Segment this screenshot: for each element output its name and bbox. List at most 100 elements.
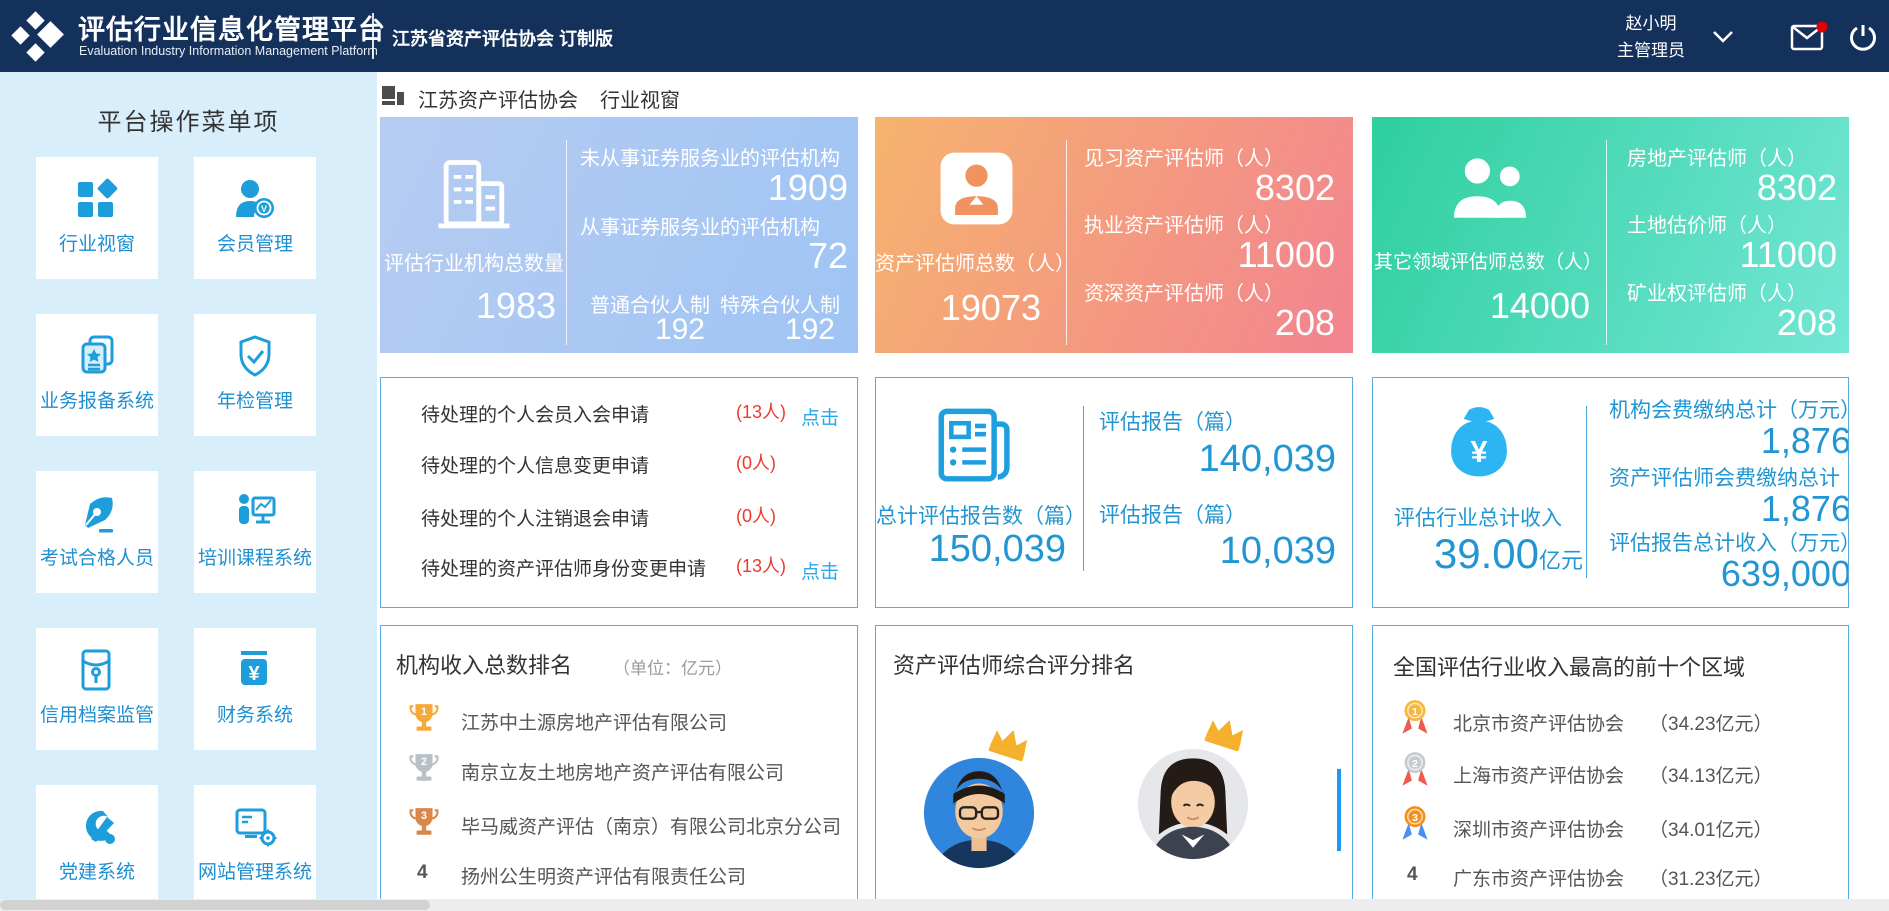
sidebar-item-industry-window[interactable]: 行业视窗: [36, 157, 158, 279]
exam-qualified-icon: [73, 489, 121, 537]
avatar-appraiser-2: [1136, 747, 1250, 866]
stat3-detail1-value: 11000: [1637, 234, 1837, 276]
org-ranking-row-name: 南京立友土地房地产资产评估有限公司: [461, 758, 784, 785]
pending-row-click-link[interactable]: 点击: [801, 403, 839, 430]
navbar-org-edition: 江苏省资产评估协会 订制版: [392, 25, 613, 51]
org-ranking-unit: （单位：亿元）: [613, 654, 732, 679]
sidebar-heading: 平台操作菜单项: [0, 102, 377, 137]
svg-text:2: 2: [1412, 758, 1418, 770]
org-ranking-row-name: 毕马威资产评估（南京）有限公司北京分公司: [461, 812, 841, 839]
credit-archive-icon: [73, 646, 121, 694]
mail-icon[interactable]: [1790, 22, 1828, 57]
sidebar-item-exam-qualified[interactable]: 考试合格人员: [36, 471, 158, 593]
sidebar-item-finance-system[interactable]: ¥ 财务系统: [194, 628, 316, 750]
svg-text:¥: ¥: [1470, 435, 1487, 469]
svg-text:1: 1: [421, 706, 427, 718]
stat-card-appraisers: 资产评估师总数（人） 19073 见习资产评估师（人） 8302 执业资产评估师…: [875, 117, 1353, 353]
people-icon: [1445, 153, 1535, 230]
region-ranking-title: 全国评估行业收入最高的前十个区域: [1393, 650, 1745, 682]
stat2-detail1-value: 11000: [1135, 234, 1335, 276]
svg-text:3: 3: [421, 810, 427, 822]
industry-window-icon: [73, 175, 121, 223]
platform-title: 评估行业信息化管理平台: [78, 8, 386, 47]
navbar-divider: [372, 13, 374, 59]
stat2-detail0-value: 8302: [1135, 167, 1335, 209]
user-menu[interactable]: 赵小明 主管理员: [1596, 10, 1706, 64]
newspaper-icon: [934, 404, 1016, 493]
reports-divider: [1083, 406, 1084, 571]
trophy-silver-icon: 2: [409, 752, 439, 789]
money-bag-icon: ¥: [1443, 406, 1515, 487]
org-ranking-title: 机构收入总数排名: [396, 648, 572, 680]
member-management-icon: V: [231, 175, 279, 223]
dashboard-grid-icon: [382, 84, 404, 111]
sidebar-item-training-course[interactable]: 培训课程系统: [194, 471, 316, 593]
sidebar-item-member-management[interactable]: V 会员管理: [194, 157, 316, 279]
horizontal-scrollbar-thumb[interactable]: [0, 900, 430, 910]
region-ranking-row-name: 广东市资产评估协会: [1453, 864, 1624, 891]
pending-row-click-link[interactable]: 点击: [801, 557, 839, 584]
finance-system-icon: ¥: [231, 646, 279, 694]
medal-silver-icon: 2: [1399, 750, 1431, 797]
pending-row-label: 待处理的个人会员入会申请: [421, 400, 649, 427]
income-stats-card: ¥ 评估行业总计收入 39.00亿元 机构会费缴纳总计（万元） 1,876.0 …: [1372, 377, 1849, 608]
income-label: 评估行业总计收入: [1373, 502, 1583, 532]
reports-row0-label: 评估报告（篇）: [1099, 406, 1246, 436]
stat3-divider: [1606, 140, 1607, 345]
stat1-divider: [566, 140, 567, 345]
pending-row-count: (13人): [736, 398, 786, 424]
svg-text:3: 3: [1412, 812, 1418, 824]
pending-row-label: 待处理的资产评估师身份变更申请: [421, 554, 706, 581]
training-course-icon: [231, 489, 279, 537]
power-icon[interactable]: [1848, 22, 1878, 57]
trophy-bronze-icon: 3: [409, 806, 439, 843]
sidebar-item-business-filing[interactable]: 业务报备系统: [36, 314, 158, 436]
svg-text:¥: ¥: [248, 663, 260, 685]
stat3-value: 14000: [1432, 285, 1590, 327]
stat-card-other-appraisers: 其它领域评估师总数（人） 14000 房地产评估师（人） 8302 土地估价师（…: [1372, 117, 1849, 353]
pending-row-count: (13人): [736, 552, 786, 578]
stat1-bottom1-value: 192: [735, 313, 835, 347]
sidebar-item-website-management[interactable]: 网站管理系统: [194, 785, 316, 907]
region-ranking-row-rank: 4: [1407, 864, 1418, 886]
pending-row-label: 待处理的个人信息变更申请: [421, 451, 649, 478]
stat1-bottom0-value: 192: [605, 313, 705, 347]
carousel-scrollbar-thumb[interactable]: [1337, 769, 1341, 851]
stat-card-institutions: 评估行业机构总数量 1983 未从事证券服务业的评估机构 1909 从事证券服务…: [380, 117, 858, 353]
appraiser-card-icon: [938, 150, 1015, 232]
org-ranking-row-rank: 4: [417, 862, 428, 884]
svg-text:2: 2: [421, 756, 427, 768]
avatar-appraiser-1: [922, 756, 1036, 875]
stat2-divider: [1066, 140, 1067, 345]
chevron-down-icon[interactable]: [1712, 30, 1734, 49]
sidebar-item-annual-inspection[interactable]: 年检管理: [194, 314, 316, 436]
platform-logo-icon: [8, 8, 64, 69]
svg-text:V: V: [261, 204, 267, 214]
page-title-org: 江苏资产评估协会: [418, 84, 578, 113]
stat3-label: 其它领域评估师总数（人）: [1372, 247, 1604, 274]
region-ranking-row-value: （34.23亿元）: [1649, 709, 1773, 736]
platform-subtitle: Evaluation Industry Information Manageme…: [79, 44, 378, 58]
stat1-value: 1983: [420, 285, 556, 327]
sidebar-item-party-building[interactable]: 党建系统: [36, 785, 158, 907]
region-ranking-row-value: （34.13亿元）: [1649, 761, 1773, 788]
business-filing-icon: [73, 332, 121, 380]
page-title-page: 行业视窗: [600, 84, 680, 113]
income-row1-value: 1,876.0: [1603, 488, 1849, 530]
user-role: 主管理员: [1596, 37, 1706, 64]
reports-row0-value: 140,039: [1136, 438, 1336, 481]
reports-total-value: 150,039: [886, 528, 1066, 571]
stat2-value: 19073: [895, 287, 1041, 329]
org-ranking-row-name: 扬州公生明资产评估有限责任公司: [461, 862, 746, 889]
stat1-label: 评估行业机构总数量: [380, 247, 568, 276]
sidebar-item-credit-archive[interactable]: 信用档案监管: [36, 628, 158, 750]
region-ranking-row-value: （31.23亿元）: [1649, 864, 1773, 891]
app-root: 评估行业信息化管理平台 Evaluation Industry Informat…: [0, 0, 1889, 911]
party-building-icon: [73, 803, 121, 851]
region-ranking-row-value: （34.01亿元）: [1649, 815, 1773, 842]
region-ranking-row-name: 北京市资产评估协会: [1453, 709, 1624, 736]
pending-row-count: (0人): [736, 449, 776, 475]
pending-row-count: (0人): [736, 502, 776, 528]
stat1-detail0-value: 1909: [648, 167, 848, 209]
buildings-icon: [425, 151, 521, 252]
